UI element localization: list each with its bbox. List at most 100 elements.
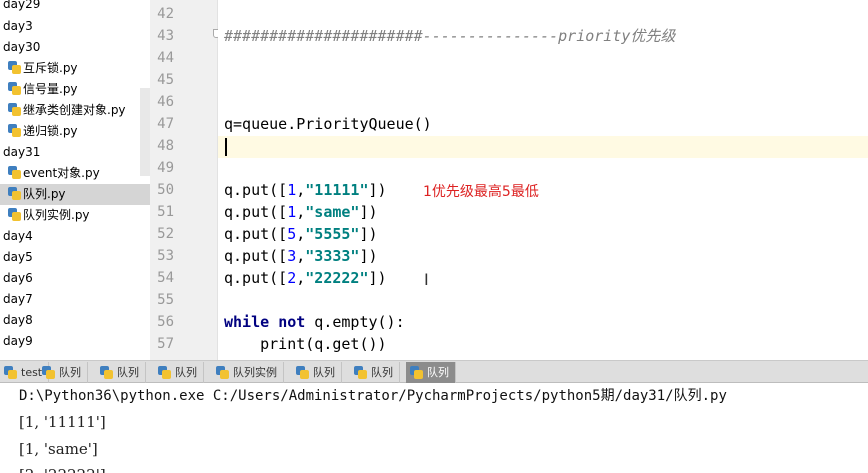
current-line-highlight [218,136,868,158]
python-file-icon [4,366,17,379]
code-token: ]) [368,269,387,287]
line-number: 42 [157,6,174,22]
tree-folder-day9[interactable]: day9 [0,331,140,352]
line-number-gutter: 42 43 44 45 46 47 48 49 50 51 52 53 54 5… [150,0,218,360]
python-file-icon [296,366,309,379]
line-number: 49 [157,160,174,176]
code-token: ]) [359,225,378,243]
priority-annotation: 1优先级最高5最低 [423,184,539,200]
tree-file-semaphore[interactable]: 信号量.py [0,79,140,100]
tree-folder-day31[interactable]: day31 [0,142,140,163]
code-line-47[interactable]: q=queue.PriorityQueue() [224,113,432,135]
run-tab-queue[interactable]: 队列 [96,362,146,383]
text-caret [225,138,227,156]
run-tab-label: 队列 [59,366,81,379]
tree-file-label: 队列实例.py [23,208,90,222]
project-tree: day29 day3 day30 互斥锁.py 信号量.py 继承类创建对象.p… [0,0,150,360]
run-tab-queue[interactable]: 队列 [154,362,204,383]
code-line-51[interactable]: q.put([1,"same"]) [224,201,378,223]
tree-file-mutex[interactable]: 互斥锁.py [0,58,140,79]
run-tab-queue[interactable]: 队列 [350,362,400,383]
tree-file-label: event对象.py [23,166,100,180]
console-output-line: [1, 'same'] [19,440,98,458]
run-tab-queue-example[interactable]: 队列实例 [212,362,284,383]
tree-file-inherit-class[interactable]: 继承类创建对象.py [0,100,140,121]
console-output-line: [1, '11111'] [19,413,106,431]
code-line-54[interactable]: q.put([2,"22222"]) [224,267,387,289]
line-number: 44 [157,50,174,66]
tree-folder-day7[interactable]: day7 [0,289,140,310]
line-number: 55 [157,292,174,308]
code-editor[interactable]: ######################---------------pri… [218,0,868,360]
python-file-icon [8,187,21,200]
line-number: 51 [157,204,174,220]
python-file-icon [354,366,367,379]
tree-file-label: 信号量.py [23,82,78,96]
code-token: q.empty(): [305,313,405,331]
tree-file-rlock[interactable]: 递归锁.py [0,121,140,142]
tree-file-queue-example[interactable]: 队列实例.py [0,205,140,226]
line-number: 54 [157,270,174,286]
code-token: ]) [359,247,378,265]
code-keyword: not [278,313,306,331]
line-number: 46 [157,94,174,110]
code-line-43[interactable]: ######################---------------pri… [224,25,675,47]
tree-file-label: 递归锁.py [23,124,78,138]
tree-folder-day4[interactable]: day4 [0,226,140,247]
line-number: 57 [157,336,174,352]
python-file-icon [8,208,21,221]
line-number: 52 [157,226,174,242]
ibeam-cursor-icon: I [424,270,429,289]
code-token: ]) [368,181,387,199]
code-line-50[interactable]: q.put([1,"11111"]) [224,179,387,201]
sidebar-scrollbar[interactable] [140,88,150,176]
run-console[interactable]: D:\Python36\python.exe C:/Users/Administ… [0,383,868,473]
code-keyword: while [224,313,270,331]
tree-folder-day8[interactable]: day8 [0,310,140,331]
python-file-icon [8,61,21,74]
code-token: q.put([ [224,247,288,265]
tree-folder-day3[interactable]: day3 [0,16,140,37]
tree-file-label: 继承类创建对象.py [23,103,126,117]
line-number: 43 [157,28,174,44]
code-number: 2 [287,269,297,287]
code-string: "11111" [305,181,369,199]
run-tab-label: 队列实例 [233,366,277,379]
console-output-line: [2, '22222'] [19,463,106,473]
python-file-icon [8,103,21,116]
code-line-53[interactable]: q.put([3,"3333"]) [224,245,378,267]
run-tab-bar: test 队列 队列 队列 队列实例 队列 队列 队列 [0,360,868,383]
run-tab-label: 队列 [117,366,139,379]
code-token: , [296,181,306,199]
code-string: "22222" [305,269,369,287]
run-tab-queue[interactable]: 队列 [292,362,342,383]
tree-file-event[interactable]: event对象.py [0,163,140,184]
line-number: 53 [157,248,174,264]
code-string: "3333" [305,247,360,265]
run-tab-queue[interactable]: 队列 [38,362,88,383]
tree-file-label: 队列.py [23,187,66,201]
run-tab-label: 队列 [175,366,197,379]
code-line-57[interactable]: print(q.get()) [224,333,386,355]
code-number: 5 [287,225,297,243]
line-number: 47 [157,116,174,132]
code-string: "same" [305,203,360,221]
code-token: q.put([ [224,181,288,199]
tree-file-queue[interactable]: 队列.py [0,184,150,205]
run-tab-label: 队列 [313,366,335,379]
line-number: 50 [157,182,174,198]
tree-folder-day29[interactable]: day29 [0,0,140,15]
run-tab-queue-active[interactable]: 队列 [406,362,456,383]
python-file-icon [100,366,113,379]
tree-folder-day5[interactable]: day5 [0,247,140,268]
code-token: , [296,247,306,265]
tree-file-label: 互斥锁.py [23,61,78,75]
code-line-56[interactable]: while not q.empty(): [224,311,405,333]
code-line-52[interactable]: q.put([5,"5555"]) [224,223,378,245]
tree-folder-day6[interactable]: day6 [0,268,140,289]
run-tab-label: 队列 [371,366,393,379]
code-number: 1 [287,203,297,221]
tree-folder-day30[interactable]: day30 [0,37,140,58]
python-file-icon [158,366,171,379]
